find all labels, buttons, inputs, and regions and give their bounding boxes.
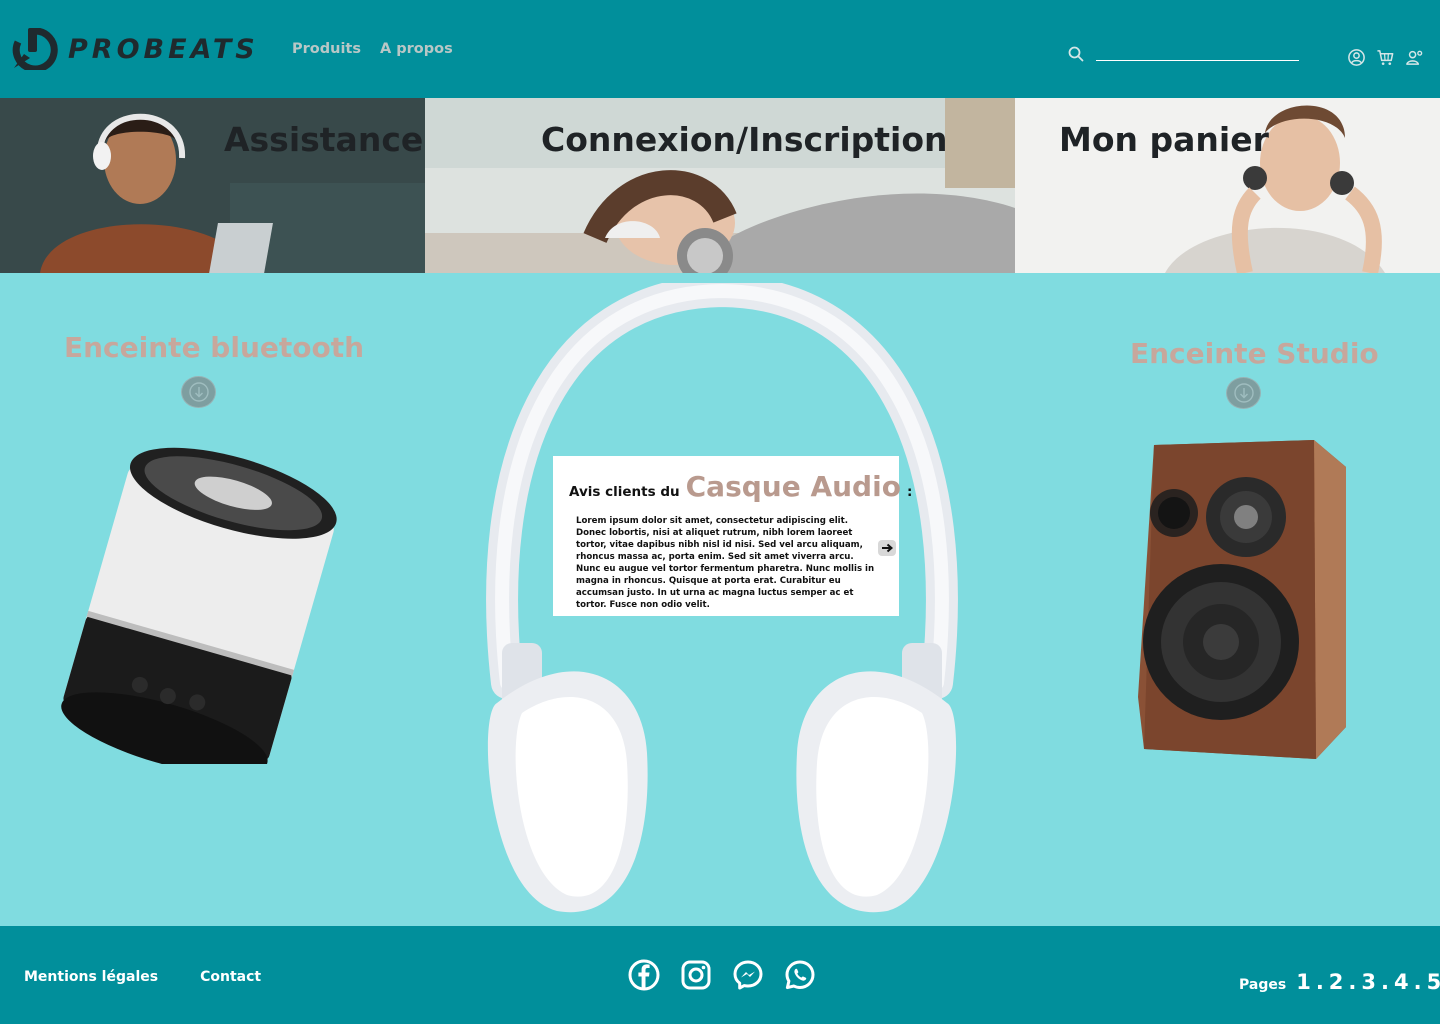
review-title-suffix: : [906,484,913,500]
user-settings-icon[interactable] [1405,48,1424,67]
review-title: Avis clients du Casque Audio : [569,470,912,503]
footer-link-contact[interactable]: Contact [200,969,261,985]
footer: Mentions légales Contact Pages 1 . 2 . 3 [0,926,1440,1024]
header: PROBEATS Produits A propos [0,0,1440,98]
review-title-prefix: Avis clients du [569,484,680,500]
pagination: Pages 1 . 2 . 3 . 4 . 5 [1239,970,1440,994]
product-label-enceinte-studio[interactable]: Enceinte Studio [1130,337,1379,370]
page-separator: . [1348,970,1358,994]
search-bar[interactable] [1068,46,1299,62]
messenger-icon[interactable] [732,959,764,991]
main-nav: Produits A propos [292,41,453,57]
brand-logo[interactable]: PROBEATS [12,28,259,70]
brand-name: PROBEATS [68,33,259,65]
review-next-button[interactable] [878,540,896,556]
banner-title-assistance: Assistance [224,120,424,159]
review-card: Avis clients du Casque Audio : Lorem ips… [553,456,912,616]
probeats-logo-icon [12,28,58,70]
page-separator: . [1381,970,1391,994]
nav-a-propos[interactable]: A propos [380,41,453,57]
banner-connexion-inscription[interactable]: Connexion/Inscription [425,98,1015,273]
footer-links: Mentions légales Contact [24,969,261,985]
banner-assistance[interactable]: Assistance [0,98,425,273]
search-input[interactable] [1096,59,1299,61]
review-product-name: Casque Audio [685,470,901,503]
review-body-text: Lorem ipsum dolor sit amet, consectetur … [576,516,875,610]
scroll-down-button-left[interactable] [181,376,216,408]
pagination-pages: 1 . 2 . 3 . 4 . 5 [1296,970,1440,994]
banner-mon-panier[interactable]: Mon panier [1015,98,1440,273]
nav-produits[interactable]: Produits [292,41,361,57]
user-circle-icon[interactable] [1347,48,1366,67]
arrow-down-circle-icon [188,382,209,402]
product-label-enceinte-bluetooth[interactable]: Enceinte bluetooth [64,331,364,364]
footer-link-mentions-legales[interactable]: Mentions légales [24,969,158,985]
page-link-4[interactable]: 4 [1394,970,1410,994]
bluetooth-speaker-image[interactable] [48,434,358,764]
arrow-right-icon [882,543,893,553]
cart-icon[interactable] [1376,48,1395,67]
page-separator: . [1315,970,1325,994]
header-icons [1347,48,1424,67]
scroll-down-button-right[interactable] [1226,377,1261,409]
instagram-icon[interactable] [680,959,712,991]
search-icon[interactable] [1068,46,1084,62]
pagination-label: Pages [1239,977,1287,993]
studio-speaker-image[interactable] [1136,437,1351,762]
facebook-icon[interactable] [628,959,660,991]
page-link-1[interactable]: 1 [1296,970,1312,994]
page-link-3[interactable]: 3 [1361,970,1377,994]
page-separator: . [1413,970,1423,994]
page-link-5[interactable]: 5 [1427,970,1440,994]
banner-title-connexion: Connexion/Inscription [541,120,948,159]
social-links [628,959,816,991]
page-link-2[interactable]: 2 [1329,970,1345,994]
banner-title-panier: Mon panier [1059,120,1269,159]
arrow-down-circle-icon [1233,383,1254,403]
whatsapp-icon[interactable] [784,959,816,991]
